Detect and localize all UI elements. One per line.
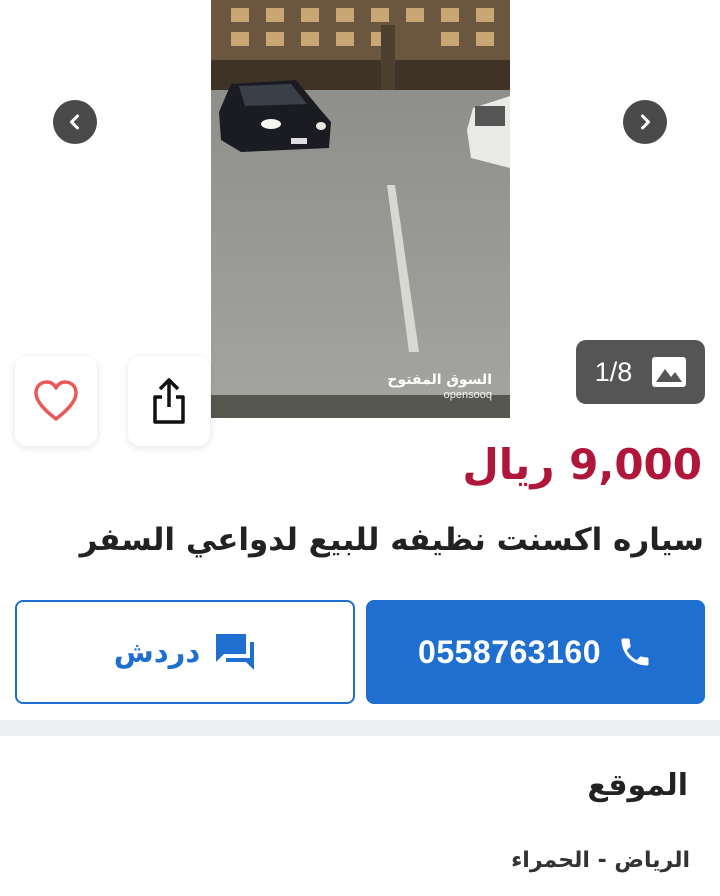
section-divider <box>0 720 720 736</box>
call-button[interactable]: 0558763160 <box>366 600 705 704</box>
listing-photo[interactable]: السوق المفتوح opensooq <box>211 0 510 418</box>
share-button[interactable] <box>128 356 210 446</box>
favorite-button[interactable] <box>15 356 97 446</box>
phone-number: 0558763160 <box>418 633 601 670</box>
location-value: الرياض - الحمراء <box>511 848 690 873</box>
heart-icon <box>34 380 78 421</box>
gallery-next-button[interactable] <box>623 100 667 144</box>
watermark-latin: opensooq <box>443 389 492 401</box>
gallery-prev-button[interactable] <box>53 100 97 144</box>
photo-watermark: السوق المفتوح opensooq <box>387 371 492 402</box>
share-icon <box>153 378 185 424</box>
photo-counter-text: 1/8 <box>594 356 633 387</box>
listing-photo-image <box>211 0 510 418</box>
listing-price: 9,000 ريال <box>462 440 702 489</box>
location-heading: الموقع <box>587 768 688 803</box>
phone-icon <box>621 638 649 666</box>
chevron-right-icon <box>641 114 650 130</box>
image-gallery[interactable]: السوق المفتوح opensooq 1/8 <box>0 0 720 446</box>
photo-counter[interactable]: 1/8 <box>576 340 705 404</box>
image-icon <box>652 357 687 387</box>
chat-label: دردش <box>113 635 201 669</box>
watermark-arabic: السوق المفتوح <box>387 372 492 388</box>
chat-icon <box>216 634 255 670</box>
chat-button[interactable]: دردش <box>15 600 355 704</box>
chevron-left-icon <box>70 114 79 130</box>
listing-title: سياره اكسنت نظيفه للبيع لدواعي السفر <box>79 522 704 558</box>
